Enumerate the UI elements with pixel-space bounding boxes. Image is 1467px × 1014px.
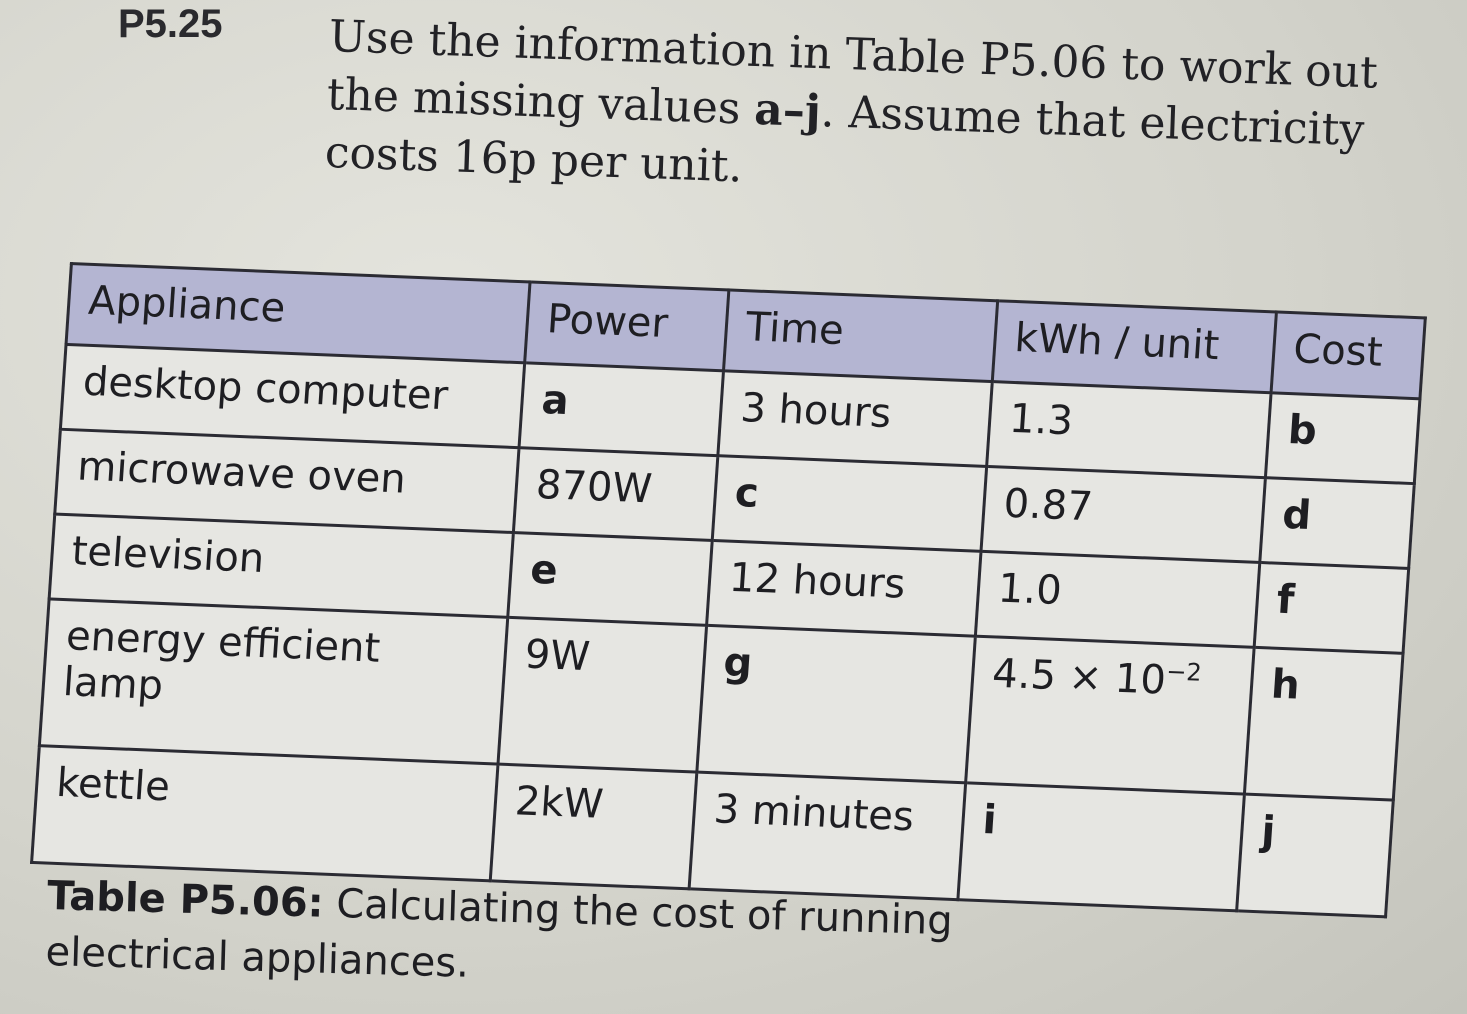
cell-kwh: 1.0 [975,551,1260,648]
cell-power: 870W [513,447,718,541]
cell-kwh: 0.87 [981,466,1266,563]
cell-power: e [507,532,713,626]
cell-kwh: i [957,782,1245,911]
cell-time: 12 hours [706,540,982,637]
cell-cost: j [1236,794,1394,917]
cell-power: 2kW [490,764,697,889]
cell-time: c [712,455,987,552]
question-range: a–j [753,83,822,138]
appliance-table: Appliance Power Time kWh / unit Cost des… [30,262,1427,919]
cell-time: 3 hours [717,370,993,467]
cell-power: a [519,362,724,456]
header-time: Time [723,289,998,382]
question-text: Use the information in Table P5.06 to wo… [324,8,1389,219]
cell-power: 9W [498,617,707,773]
header-cost: Cost [1271,311,1426,399]
cell-kwh: 4.5 × 10−2 [965,636,1255,795]
cell-kwh: 1.3 [986,381,1272,478]
cell-cost: b [1265,392,1420,484]
cell-appliance: energy efficient lamp [39,598,508,765]
cell-cost: h [1244,647,1404,801]
cell-cost: f [1254,562,1409,654]
kwh-mantissa: 4.5 × 10 [990,650,1168,704]
question-number: P5.25 [118,2,223,46]
header-kwh: kWh / unit [992,300,1277,393]
cell-appliance: kettle [31,745,499,881]
appliance-table-wrapper: Appliance Power Time kWh / unit Cost des… [30,262,1427,919]
cell-cost: d [1259,477,1415,569]
kwh-exponent: −2 [1165,657,1203,687]
cell-time: 3 minutes [689,772,966,900]
header-power: Power [524,281,729,371]
caption-label: Table P5.06: [46,872,325,927]
cell-time: g [696,625,976,783]
